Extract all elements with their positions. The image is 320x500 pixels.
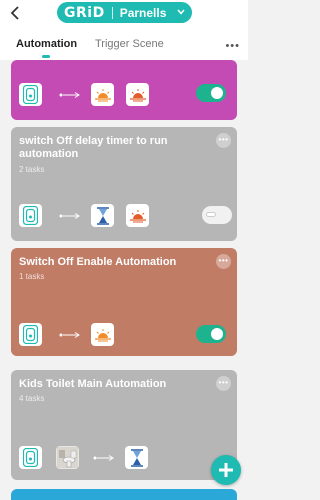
more-options-icon[interactable]: •••: [225, 40, 240, 52]
device-tile: [19, 323, 42, 346]
sunset-icon: [129, 88, 146, 101]
plus-icon: [219, 463, 233, 477]
back-arrow-icon[interactable]: [8, 4, 22, 22]
smart-switch-icon: [23, 448, 38, 467]
sunrise-icon: [94, 328, 111, 341]
automation-card[interactable]: Kids Toilet Main Automation 4 tasks •••: [11, 370, 237, 480]
sunset-icon: [129, 209, 146, 222]
home-selector[interactable]: GRiD Parnells: [57, 2, 192, 23]
automation-title: Switch Off Enable Automation: [19, 256, 177, 268]
automation-title: switch Off delay timer to run automation: [19, 135, 168, 160]
arrow-right-icon: [59, 213, 80, 219]
action-tile: [125, 446, 148, 469]
active-tab-indicator: [42, 55, 50, 58]
toilet-photo-icon: [57, 447, 78, 468]
tab-trigger-scene[interactable]: Trigger Scene: [95, 38, 164, 50]
arrow-right-icon: [93, 455, 114, 461]
action-tile: [126, 204, 149, 227]
automation-card[interactable]: switch Off delay timer to run automation…: [11, 127, 237, 241]
arrow-right-icon: [59, 92, 80, 98]
device-tile: [19, 83, 42, 106]
enable-toggle[interactable]: [196, 84, 226, 102]
smart-switch-icon: [23, 85, 38, 104]
task-count: 1 tasks: [19, 272, 45, 281]
automation-card[interactable]: Switch Off Enable Automation 1 tasks •••: [11, 248, 237, 356]
brand-divider: [111, 6, 113, 19]
hourglass-icon: [130, 448, 143, 467]
arrow-right-icon: [59, 332, 80, 338]
action-tile: [91, 323, 114, 346]
toggle-knob: [211, 328, 223, 340]
task-count: 2 tasks: [19, 165, 45, 174]
add-automation-button[interactable]: [211, 455, 241, 485]
toggle-knob: [211, 87, 223, 99]
action-tile: [91, 204, 114, 227]
smart-switch-icon: [23, 206, 38, 225]
home-name: Parnells: [119, 5, 167, 20]
enable-toggle[interactable]: [202, 206, 232, 224]
automation-title: Kids Toilet Main Automation: [19, 378, 167, 390]
automation-card[interactable]: [11, 60, 237, 120]
action-tile: [126, 83, 149, 106]
smart-switch-icon: [23, 325, 38, 344]
device-tile: [19, 204, 42, 227]
toggle-knob: [206, 212, 216, 217]
task-count: 4 tasks: [19, 394, 45, 403]
tab-bar: Automation Trigger Scene •••: [0, 28, 248, 60]
tab-automation[interactable]: Automation: [16, 38, 77, 50]
card-more-icon[interactable]: •••: [216, 376, 231, 391]
app-header: GRiD Parnells: [0, 0, 248, 28]
action-tile: [91, 83, 114, 106]
card-more-icon[interactable]: •••: [216, 133, 231, 148]
enable-toggle[interactable]: [196, 325, 226, 343]
automation-card-partial[interactable]: [11, 489, 237, 500]
hourglass-icon: [96, 206, 109, 225]
chevron-down-icon: [177, 9, 185, 15]
brand-logo: GRiD: [64, 4, 105, 21]
sunrise-icon: [94, 88, 111, 101]
card-more-icon[interactable]: •••: [216, 254, 231, 269]
room-photo-tile: [56, 446, 79, 469]
device-tile: [19, 446, 42, 469]
